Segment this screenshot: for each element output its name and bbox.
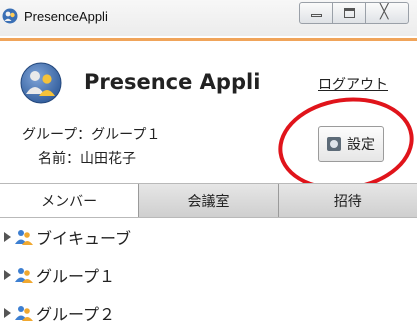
logout-link[interactable]: ログアウト: [318, 74, 388, 94]
user-name-info: 名前：山田花子: [38, 151, 136, 167]
expand-arrow-icon[interactable]: [4, 308, 11, 318]
window-title: PresenceAppli: [24, 9, 108, 24]
app-icon: [2, 8, 18, 24]
minimize-icon: [311, 14, 322, 17]
tab-invite[interactable]: 招待: [278, 184, 417, 217]
expand-arrow-icon[interactable]: [4, 232, 11, 242]
minimize-button[interactable]: [299, 2, 333, 24]
window-controls: ╳: [299, 2, 409, 24]
gear-icon: [327, 137, 341, 151]
group-item-group2[interactable]: グループ２: [0, 294, 417, 332]
tab-meeting-rooms[interactable]: 会議室: [139, 184, 279, 217]
accent-divider: [0, 38, 417, 41]
maximize-button[interactable]: [332, 2, 366, 24]
group-label: ブイキューブ: [36, 229, 132, 248]
group-list: ブイキューブ グループ１ グループ２: [0, 218, 417, 332]
close-icon: ╳: [380, 4, 389, 20]
group-info: グループ：グループ１: [22, 127, 161, 143]
maximize-icon: [344, 8, 355, 18]
users-icon: [15, 268, 33, 283]
group-item-vcube[interactable]: ブイキューブ: [0, 218, 417, 256]
group-label: グループ２: [36, 305, 116, 324]
expand-arrow-icon[interactable]: [4, 270, 11, 280]
group-item-group1[interactable]: グループ１: [0, 256, 417, 294]
title-bar: PresenceAppli ╳: [0, 0, 417, 36]
close-button[interactable]: ╳: [365, 2, 409, 24]
app-logo-icon: [20, 62, 62, 104]
app-name: Presence Appli: [84, 70, 261, 94]
settings-button[interactable]: 設定: [318, 126, 384, 162]
tab-bar: メンバー 会議室 招待: [0, 183, 417, 218]
users-icon: [15, 230, 33, 245]
tab-members[interactable]: メンバー: [0, 184, 140, 217]
settings-label: 設定: [347, 137, 375, 153]
group-label: グループ１: [36, 267, 116, 286]
users-icon: [15, 306, 33, 321]
